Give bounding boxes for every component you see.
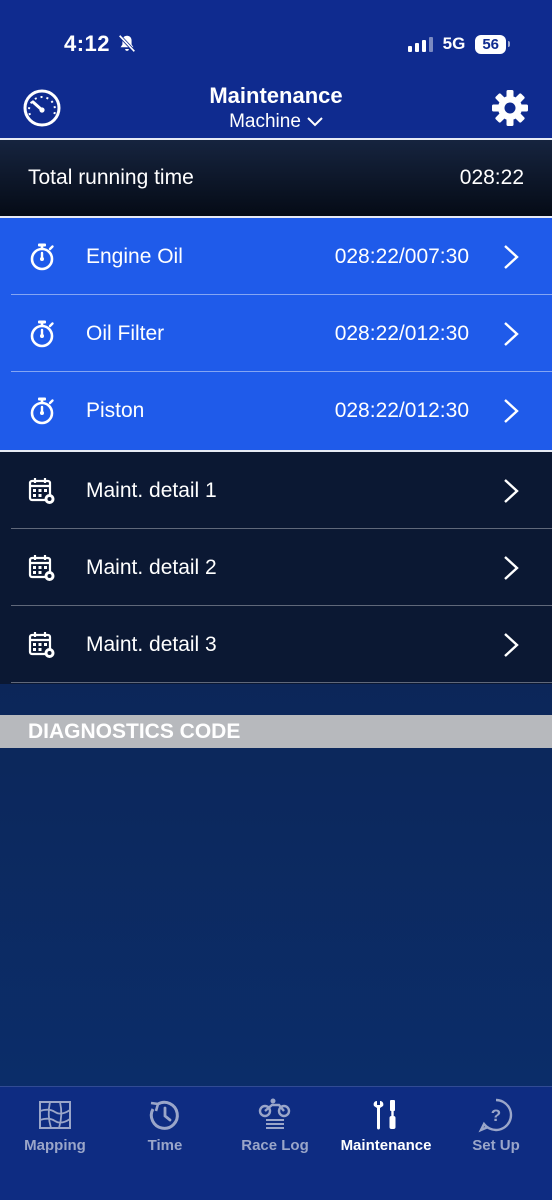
detail-label: Maint. detail 2: [86, 555, 217, 579]
timer-row-oil-filter[interactable]: Oil Filter 028:22/012:30: [0, 295, 552, 372]
chevron-right-icon: [504, 632, 519, 657]
maintenance-timer-list: Engine Oil 028:22/007:30 Oil Filter 028:…: [0, 218, 552, 450]
detail-label: Maint. detail 3: [86, 632, 217, 656]
status-indicators: 5G 56: [407, 34, 510, 54]
network-type: 5G: [442, 34, 466, 53]
chevron-right-icon: [504, 478, 519, 503]
battery-indicator: 56: [475, 34, 510, 54]
gear-icon: [492, 90, 528, 126]
timer-row-piston[interactable]: Piston 028:22/012:30: [0, 372, 552, 449]
motorcycle-icon: [258, 1098, 291, 1129]
timer-value: 028:22/012:30: [334, 321, 469, 345]
tab-label: Race Log: [241, 1137, 309, 1154]
navigation-bar: Maintenance Machine: [0, 80, 552, 138]
calendar-gear-icon: [28, 554, 55, 581]
timer-label: Engine Oil: [86, 244, 183, 268]
stopwatch-icon: [30, 397, 54, 424]
header-area: 4:12 5G 56 Maintenance Machine: [0, 0, 552, 138]
diagnostics-code-header: DIAGNOSTICS CODE: [0, 715, 552, 748]
svg-text:?: ?: [491, 1106, 501, 1125]
detail-row-2[interactable]: Maint. detail 2: [0, 529, 552, 606]
machine-selector[interactable]: Machine: [0, 111, 552, 133]
tab-time[interactable]: Time: [110, 1087, 220, 1154]
settings-button[interactable]: [490, 88, 530, 128]
stopwatch-icon: [30, 320, 54, 347]
row-separator: [11, 682, 552, 683]
timer-row-engine-oil[interactable]: Engine Oil 028:22/007:30: [0, 218, 552, 295]
page-title: Maintenance: [209, 83, 343, 108]
help-icon: ?: [478, 1098, 513, 1133]
tab-maintenance[interactable]: Maintenance: [331, 1087, 441, 1154]
timer-value: 028:22/007:30: [334, 244, 469, 268]
clock-icon: [149, 1100, 179, 1130]
tab-label: Mapping: [24, 1137, 86, 1154]
status-time: 4:12: [64, 31, 111, 56]
map-grid-icon: [39, 1101, 71, 1129]
chevron-right-icon: [504, 555, 519, 580]
chevron-down-icon: [307, 117, 323, 127]
chevron-right-icon: [504, 321, 519, 346]
detail-row-1[interactable]: Maint. detail 1: [0, 452, 552, 529]
detail-row-3[interactable]: Maint. detail 3: [0, 606, 552, 683]
chevron-right-icon: [504, 244, 519, 269]
total-running-time-label: Total running time: [28, 166, 194, 189]
stopwatch-icon: [30, 243, 54, 270]
tab-label: Set Up: [472, 1137, 520, 1154]
tab-mapping[interactable]: Mapping: [0, 1087, 110, 1154]
tab-bar: Mapping Time Race Log Maintenance ? Set …: [0, 1086, 552, 1200]
bell-muted-icon: [118, 34, 136, 53]
tab-label: Maintenance: [340, 1137, 432, 1154]
tab-label: Time: [147, 1137, 183, 1154]
total-running-time-value: 028:22: [459, 166, 524, 189]
calendar-gear-icon: [28, 631, 55, 658]
detail-label: Maint. detail 1: [86, 478, 217, 502]
tab-race-log[interactable]: Race Log: [220, 1087, 330, 1154]
timer-label: Oil Filter: [86, 321, 165, 345]
calendar-gear-icon: [28, 477, 55, 504]
cellular-signal-icon: [407, 36, 433, 52]
wrench-screwdriver-icon: [373, 1100, 396, 1130]
maintenance-detail-list: Maint. detail 1 Maint. detail 2 Maint. d…: [0, 452, 552, 684]
timer-value: 028:22/012:30: [334, 398, 469, 422]
total-running-time: Total running time 028:22: [0, 140, 552, 216]
tab-set-up[interactable]: ? Set Up: [441, 1087, 551, 1154]
machine-selector-label: Machine: [229, 111, 301, 132]
status-time-group: 4:12: [64, 31, 138, 57]
status-bar: 4:12 5G 56: [0, 0, 552, 80]
chevron-right-icon: [504, 398, 519, 423]
timer-label: Piston: [86, 398, 145, 422]
